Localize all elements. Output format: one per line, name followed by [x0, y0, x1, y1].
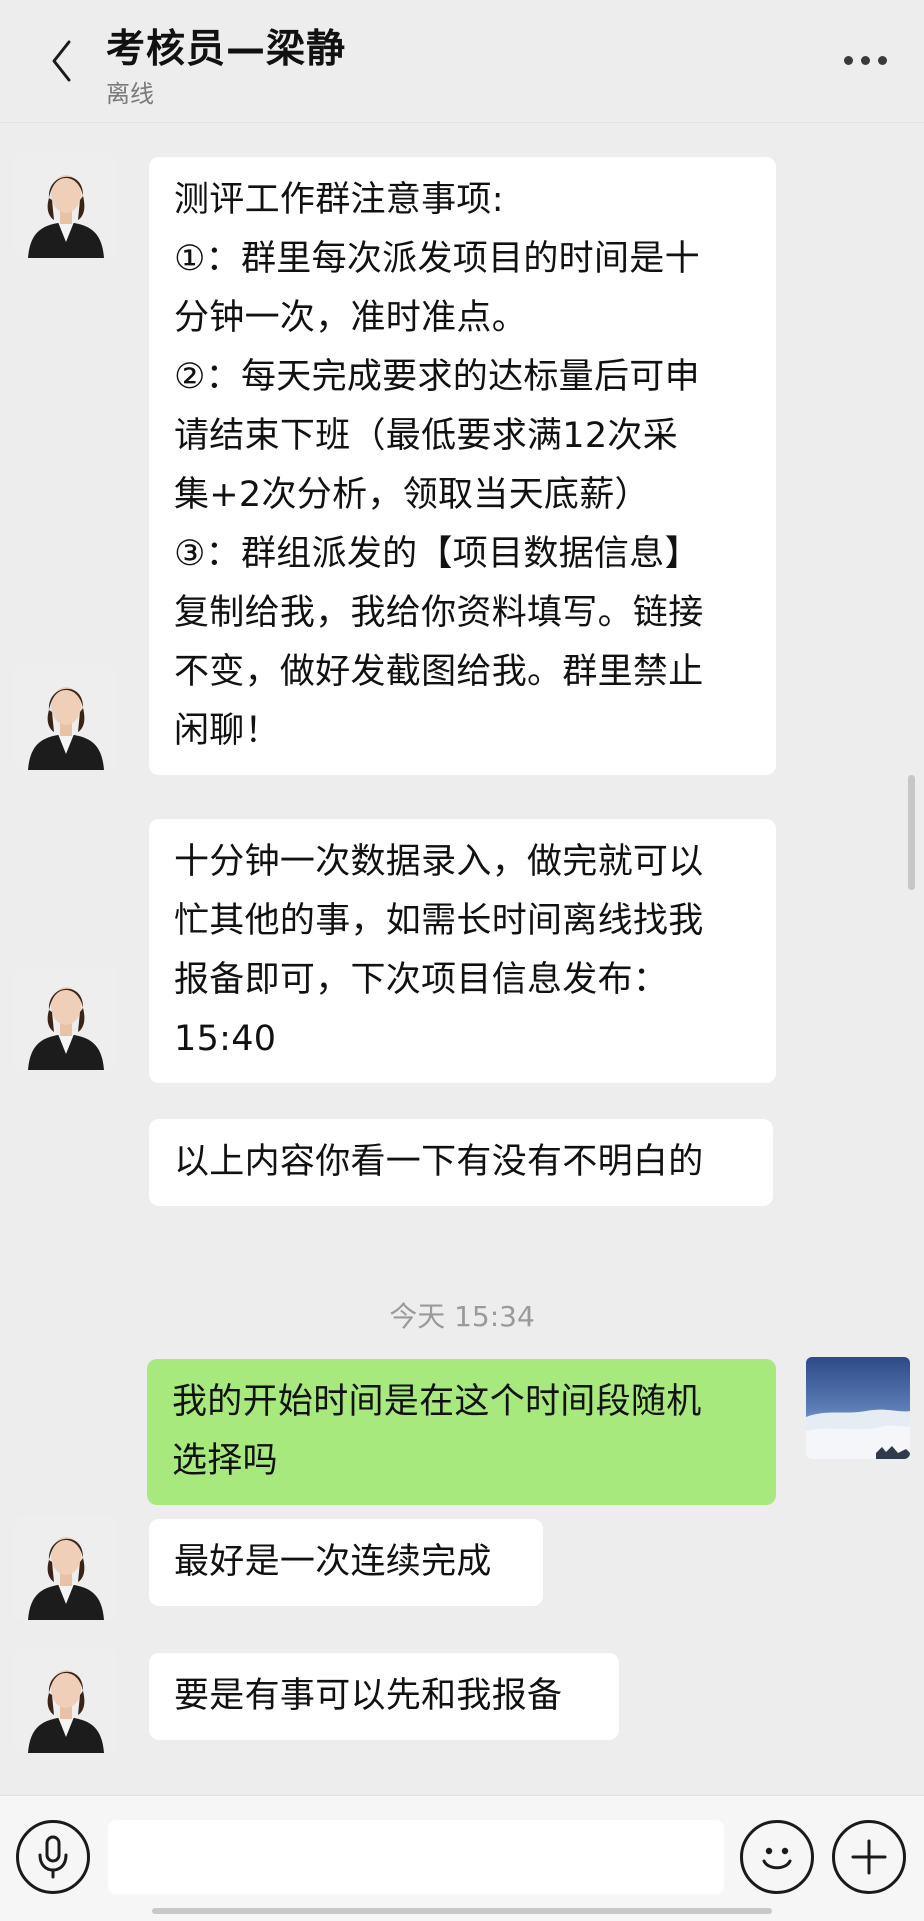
contact-name: 考核员—梁静: [106, 27, 347, 72]
plus-icon: [851, 1839, 887, 1875]
message-text-line: 请结束下班（最低要求满12次采: [174, 416, 679, 456]
more-button[interactable]: [830, 38, 900, 82]
message-text-line: 最好是一次连续完成: [174, 1542, 492, 1582]
message-text-line: 报备即可，下次项目信息发布：: [174, 960, 669, 1000]
message-text-line: 忙其他的事，如需长时间离线找我: [174, 901, 704, 941]
message-input[interactable]: [108, 1820, 724, 1894]
emoji-button[interactable]: [740, 1820, 814, 1894]
contact-avatar[interactable]: [14, 154, 118, 258]
message-text-line: 我的开始时间是在这个时间段随机: [172, 1382, 702, 1422]
my-avatar[interactable]: [806, 1357, 910, 1459]
message-bubble[interactable]: 以上内容你看一下有没有不明白的: [149, 1119, 773, 1206]
chat-header: 考核员—梁静 离线: [0, 0, 924, 123]
message-text-line: 不变，做好发截图给我。群里禁止: [174, 652, 704, 692]
message-bubble[interactable]: 要是有事可以先和我报备: [149, 1653, 619, 1740]
back-button[interactable]: [36, 26, 86, 96]
message-text-line: 选择吗: [172, 1441, 278, 1481]
message-bubble[interactable]: 十分钟一次数据录入，做完就可以 忙其他的事，如需长时间离线找我 报备即可，下次项目信…: [149, 819, 776, 1083]
message-text-line: 闲聊！: [174, 711, 280, 751]
message-text-line: 分钟一次，准时准点。: [174, 298, 528, 338]
contact-avatar[interactable]: [14, 666, 118, 770]
message-text-line: ①：群里每次派发项目的时间是十: [174, 239, 700, 279]
message-bubble[interactable]: 测评工作群注意事项: ①：群里每次派发项目的时间是十 分钟一次，准时准点。 ②：每天完…: [149, 157, 776, 775]
contact-avatar[interactable]: [14, 1516, 118, 1620]
message-bubble-outgoing[interactable]: 我的开始时间是在这个时间段随机 选择吗: [147, 1359, 776, 1505]
message-text-line: 以上内容你看一下有没有不明白的: [174, 1142, 704, 1182]
home-indicator: [152, 1908, 772, 1914]
add-button[interactable]: [832, 1820, 906, 1894]
message-text-line: 复制给我，我给你资料填写。链接: [174, 593, 704, 633]
message-text-line: 集+2次分析，领取当天底薪）: [174, 475, 650, 515]
message-text-line: 测评工作群注意事项:: [174, 180, 504, 220]
emoji-icon: [762, 1847, 792, 1870]
input-bar: [0, 1795, 924, 1921]
contact-status: 离线: [106, 80, 154, 108]
message-text-line: 十分钟一次数据录入，做完就可以: [174, 842, 704, 882]
message-text-line: 15:40: [174, 1019, 277, 1059]
message-bubble[interactable]: 最好是一次连续完成: [149, 1519, 543, 1606]
message-text-line: 要是有事可以先和我报备: [174, 1676, 563, 1716]
message-list[interactable]: 测评工作群注意事项: ①：群里每次派发项目的时间是十 分钟一次，准时准点。 ②：每天完…: [0, 123, 924, 1795]
more-icon: [843, 55, 853, 65]
contact-avatar[interactable]: [14, 966, 118, 1070]
chevron-left-icon: [52, 40, 71, 82]
scrollbar[interactable]: [908, 775, 915, 890]
message-timestamp: 今天 15:34: [389, 1300, 535, 1333]
contact-avatar[interactable]: [14, 1649, 118, 1753]
message-text-line: ②：每天完成要求的达标量后可申: [174, 357, 700, 397]
microphone-icon: [38, 1835, 68, 1879]
message-text-line: ③：群组派发的【项目数据信息】: [174, 534, 700, 574]
voice-button[interactable]: [16, 1820, 90, 1894]
